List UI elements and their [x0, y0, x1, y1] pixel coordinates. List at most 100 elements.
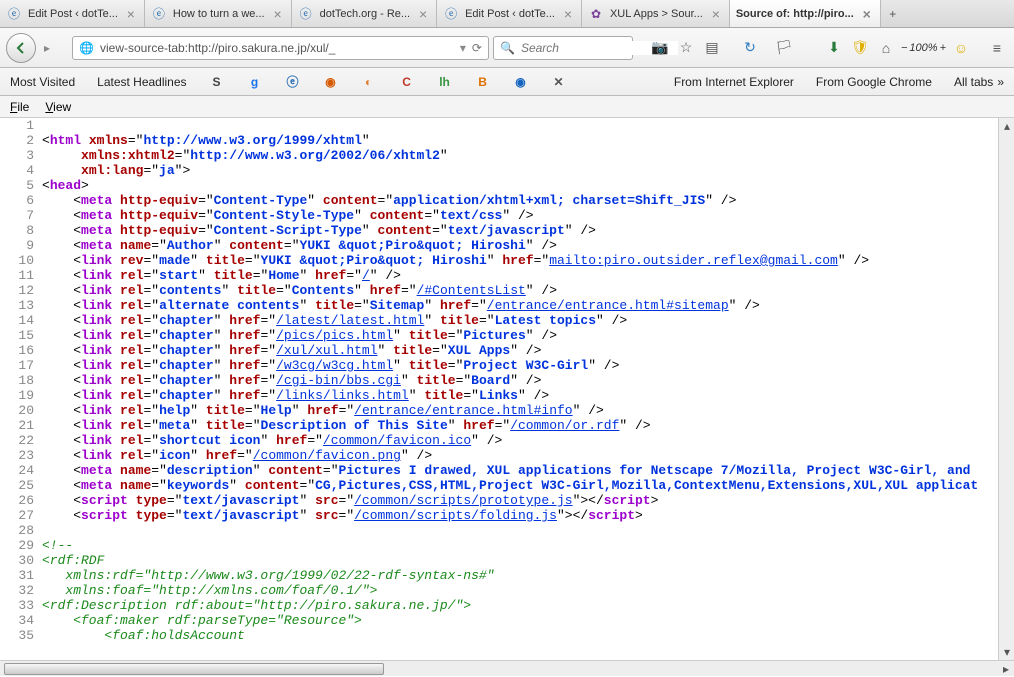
code-content[interactable]: <meta name="Author" content="YUKI &quot;… [42, 238, 1014, 253]
code-content[interactable]: <meta http-equiv="Content-Style-Type" co… [42, 208, 1014, 223]
code-content[interactable]: <head> [42, 178, 1014, 193]
tab-0[interactable]: ⓔEdit Post ‹ dotTe...× [0, 0, 145, 27]
code-content[interactable]: <meta name="keywords" content="CG,Pictur… [42, 478, 1014, 493]
code-content[interactable]: <rdf:RDF [42, 553, 1014, 568]
scroll-down-icon[interactable]: ▾ [999, 644, 1014, 660]
bookmark-icon-3[interactable]: g [243, 72, 267, 92]
tab-4[interactable]: ✿XUL Apps > Sour...× [582, 0, 730, 27]
code-content[interactable]: <meta http-equiv="Content-Script-Type" c… [42, 223, 1014, 238]
code-content[interactable]: <!-- [42, 538, 1014, 553]
bookmark-icon-9[interactable]: B [471, 72, 495, 92]
refresh-alt-icon[interactable]: ↻ [739, 37, 761, 59]
tab-3[interactable]: ⓔEdit Post ‹ dotTe...× [437, 0, 582, 27]
url-bar[interactable]: 🌐 ▾ ⟳ [72, 36, 489, 60]
bookmark-most-visited[interactable]: Most Visited [6, 73, 79, 91]
code-content[interactable]: <link rel="chapter" href="/cgi-bin/bbs.c… [42, 373, 1014, 388]
bookmark-favicon: lh [437, 74, 453, 90]
flag-icon[interactable]: 🏳 [773, 37, 795, 59]
close-icon[interactable]: × [709, 7, 723, 21]
scroll-up-icon[interactable]: ▴ [999, 118, 1014, 134]
forward-button[interactable]: ▸ [40, 41, 54, 55]
bookmark-icon-4[interactable]: ⓔ [281, 72, 305, 92]
bookmark-icon-11[interactable]: ✕ [547, 72, 571, 92]
code-content[interactable] [42, 523, 1014, 538]
code-content[interactable]: <link rel="meta" title="Description of T… [42, 418, 1014, 433]
close-icon[interactable]: × [416, 7, 430, 21]
scrollbar-thumb[interactable] [4, 663, 384, 675]
code-content[interactable]: <html xmlns="http://www.w3.org/1999/xhtm… [42, 133, 1014, 148]
zoom-control[interactable]: − 100% + [901, 42, 946, 54]
code-content[interactable]: <link rel="shortcut icon" href="/common/… [42, 433, 1014, 448]
bookmark-all-tabs[interactable]: All tabs » [950, 73, 1008, 91]
tab-1[interactable]: ⓔHow to turn a we...× [145, 0, 292, 27]
close-icon[interactable]: × [561, 7, 575, 21]
code-content[interactable]: <link rel="help" title="Help" href="/ent… [42, 403, 1014, 418]
scroll-right-icon[interactable]: ▸ [998, 661, 1014, 677]
bookmark-icon-2[interactable]: S [205, 72, 229, 92]
new-tab-button[interactable]: + [881, 0, 905, 27]
bookmark-icon-7[interactable]: C [395, 72, 419, 92]
zoom-in-icon[interactable]: + [940, 42, 946, 54]
source-line: 29<!-- [0, 538, 1014, 553]
menu-icon[interactable]: ≡ [986, 37, 1008, 59]
horizontal-scrollbar[interactable]: ▸ [0, 660, 1014, 676]
code-content[interactable]: <link rel="chapter" href="/links/links.h… [42, 388, 1014, 403]
code-content[interactable]: xmlns:foaf="http://xmlns.com/foaf/0.1/"> [42, 583, 1014, 598]
code-content[interactable] [42, 118, 1014, 133]
code-content[interactable]: <link rel="chapter" href="/pics/pics.htm… [42, 328, 1014, 343]
menu-file[interactable]: File [4, 98, 35, 116]
code-content[interactable]: <foaf:maker rdf:parseType="Resource"> [42, 613, 1014, 628]
code-content[interactable]: <link rel="chapter" href="/w3cg/w3cg.htm… [42, 358, 1014, 373]
close-icon[interactable]: × [271, 7, 285, 21]
bookmark-icon-8[interactable]: lh [433, 72, 457, 92]
code-content[interactable]: xmlns:xhtml2="http://www.w3.org/2002/06/… [42, 148, 1014, 163]
code-content[interactable]: <link rel="chapter" href="/latest/latest… [42, 313, 1014, 328]
bookmark-icon-5[interactable]: ◉ [319, 72, 343, 92]
code-content[interactable]: xmlns:rdf="http://www.w3.org/1999/02/22-… [42, 568, 1014, 583]
tab-favicon: ⓔ [151, 6, 167, 22]
code-content[interactable]: <script type="text/javascript" src="/com… [42, 508, 1014, 523]
code-content[interactable]: <meta http-equiv="Content-Type" content=… [42, 193, 1014, 208]
code-content[interactable]: <link rel="icon" href="/common/favicon.p… [42, 448, 1014, 463]
code-content[interactable]: <link rev="made" title="YUKI &quot;Piro&… [42, 253, 1014, 268]
search-bar[interactable]: 🔍 [493, 36, 633, 60]
code-content[interactable]: <link rel="start" title="Home" href="/" … [42, 268, 1014, 283]
bookmark-from-google-chrome[interactable]: From Google Chrome [812, 73, 936, 91]
tab-2[interactable]: ⓔdotTech.org - Re...× [292, 0, 438, 27]
home-icon[interactable]: ⌂ [875, 37, 897, 59]
shield-icon[interactable]: 🛡 [849, 37, 871, 59]
url-input[interactable] [100, 41, 454, 55]
source-view[interactable]: 12<html xmlns="http://www.w3.org/1999/xh… [0, 118, 1014, 660]
bookmark-from-internet-explorer[interactable]: From Internet Explorer [670, 73, 798, 91]
code-content[interactable]: <foaf:holdsAccount [42, 628, 1014, 643]
bookmark-favicon: ✕ [551, 74, 567, 90]
list-icon[interactable]: ▤ [701, 37, 723, 59]
line-number: 20 [0, 403, 42, 418]
vertical-scrollbar[interactable]: ▴ ▾ [998, 118, 1014, 660]
close-icon[interactable]: × [860, 7, 874, 21]
back-button[interactable] [6, 33, 36, 63]
bookmark-icon-10[interactable]: ◉ [509, 72, 533, 92]
code-content[interactable]: <link rel="alternate contents" title="Si… [42, 298, 1014, 313]
source-line: 31 xmlns:rdf="http://www.w3.org/1999/02/… [0, 568, 1014, 583]
dropdown-icon[interactable]: ▾ [460, 41, 466, 55]
camera-icon[interactable]: 📷 [649, 37, 671, 59]
code-content[interactable]: <meta name="description" content="Pictur… [42, 463, 1014, 478]
bookmark-favicon: S [209, 74, 225, 90]
close-icon[interactable]: × [124, 7, 138, 21]
code-content[interactable]: <script type="text/javascript" src="/com… [42, 493, 1014, 508]
bookmark-latest-headlines[interactable]: Latest Headlines [93, 73, 190, 91]
zoom-out-icon[interactable]: − [901, 42, 907, 54]
menu-view[interactable]: View [39, 98, 77, 116]
star-icon[interactable]: ☆ [675, 37, 697, 59]
source-line: 20 <link rel="help" title="Help" href="/… [0, 403, 1014, 418]
bookmark-icon-6[interactable]: ◐ [357, 72, 381, 92]
download-icon[interactable]: ⬇ [823, 37, 845, 59]
smiley-icon[interactable]: ☺ [950, 37, 972, 59]
code-content[interactable]: <link rel="chapter" href="/xul/xul.html"… [42, 343, 1014, 358]
code-content[interactable]: <link rel="contents" title="Contents" hr… [42, 283, 1014, 298]
code-content[interactable]: xml:lang="ja"> [42, 163, 1014, 178]
tab-5[interactable]: Source of: http://piro...× [730, 0, 881, 27]
code-content[interactable]: <rdf:Description rdf:about="http://piro.… [42, 598, 1014, 613]
refresh-icon[interactable]: ⟳ [472, 41, 482, 55]
